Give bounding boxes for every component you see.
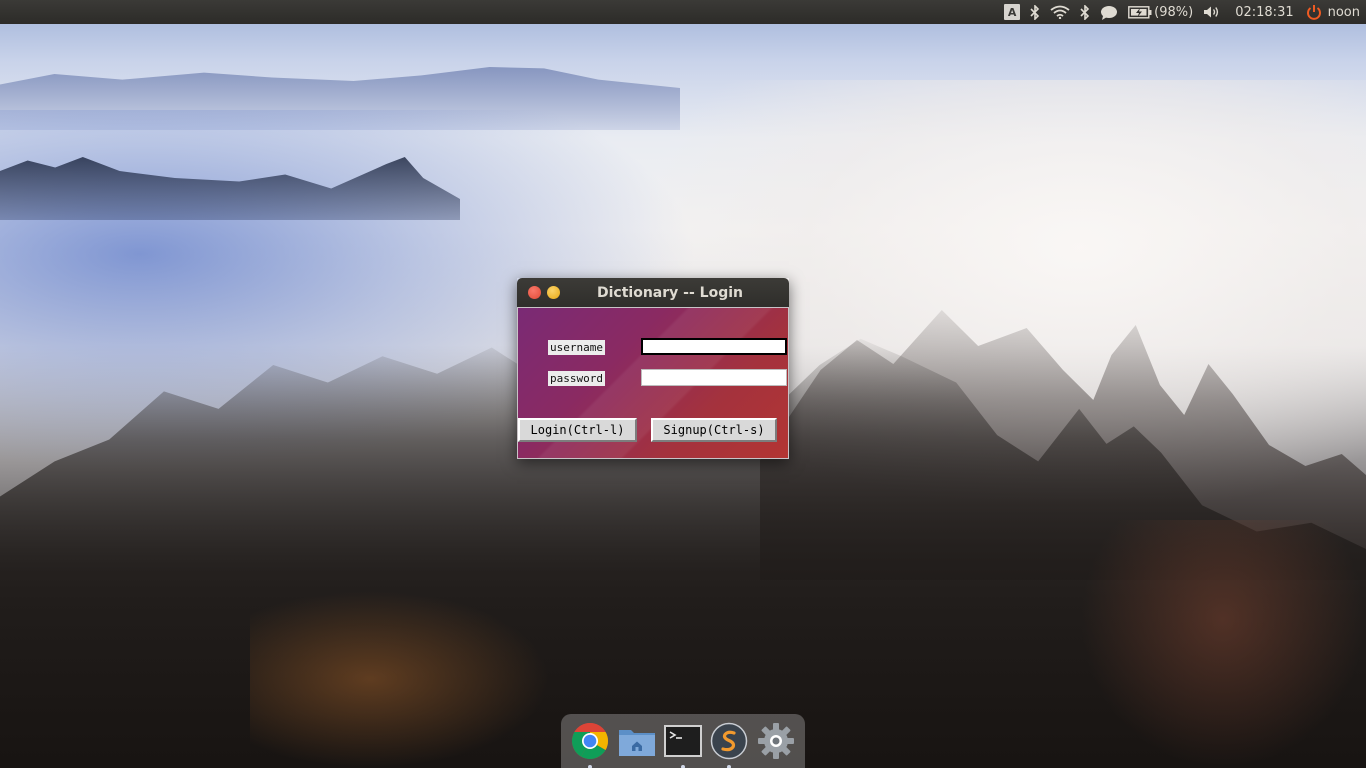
session-menu[interactable]: noon — [1306, 0, 1360, 24]
window-title: Dictionary -- Login — [597, 284, 743, 301]
username-input[interactable] — [641, 338, 787, 355]
wallpaper-hills — [0, 67, 680, 130]
login-window: Dictionary -- Login username password Lo… — [517, 278, 789, 459]
dock-sublime[interactable] — [709, 721, 749, 768]
close-window-button[interactable] — [528, 286, 541, 299]
terminal-icon — [663, 725, 702, 757]
username-label: username — [548, 340, 605, 355]
wallpaper-ridge — [0, 157, 460, 220]
desktop: A (98%) 02:18:31 noon Dictionary -- Logi… — [0, 0, 1366, 768]
wallpaper-autumn-trees-right — [1080, 520, 1366, 768]
wallpaper-forest-right — [760, 310, 1366, 580]
battery-icon — [1128, 5, 1152, 19]
window-titlebar[interactable]: Dictionary -- Login — [517, 278, 789, 307]
battery-indicator[interactable]: (98%) — [1128, 0, 1193, 24]
chrome-icon — [572, 722, 609, 760]
bluetooth-icon — [1030, 4, 1040, 20]
battery-percent: (98%) — [1154, 4, 1194, 20]
login-button[interactable]: Login(Ctrl-l) — [518, 418, 637, 442]
dock-settings[interactable] — [756, 721, 796, 761]
bluetooth-indicator-2[interactable] — [1080, 0, 1090, 24]
top-panel: A (98%) 02:18:31 noon — [0, 0, 1366, 24]
keyboard-indicator[interactable]: A — [1004, 0, 1021, 24]
bluetooth-icon — [1080, 4, 1090, 20]
password-label: password — [548, 371, 605, 386]
sublime-text-icon — [711, 722, 748, 760]
password-input[interactable] — [641, 369, 787, 386]
messaging-indicator[interactable] — [1100, 0, 1118, 24]
wifi-icon — [1050, 5, 1070, 19]
bluetooth-indicator[interactable] — [1030, 0, 1040, 24]
user-name: noon — [1327, 4, 1360, 20]
volume-indicator[interactable] — [1203, 0, 1221, 24]
login-form: username password Login(Ctrl-l) Signup(C… — [517, 307, 789, 459]
power-icon — [1306, 5, 1321, 20]
clock[interactable]: 02:18:31 — [1235, 0, 1293, 24]
minimize-window-button[interactable] — [547, 286, 560, 299]
dock-terminal[interactable] — [663, 721, 703, 768]
chat-bubble-icon — [1101, 5, 1118, 20]
dock — [561, 714, 805, 768]
home-folder-icon — [618, 730, 655, 756]
dock-files[interactable] — [617, 721, 657, 761]
keyboard-indicator-icon: A — [1004, 4, 1021, 20]
wallpaper-autumn-trees — [250, 590, 550, 768]
wifi-indicator[interactable] — [1050, 0, 1070, 24]
settings-gear-icon — [757, 723, 794, 759]
dock-chrome[interactable] — [570, 721, 610, 768]
signup-button[interactable]: Signup(Ctrl-s) — [651, 418, 777, 442]
volume-icon — [1204, 6, 1219, 18]
